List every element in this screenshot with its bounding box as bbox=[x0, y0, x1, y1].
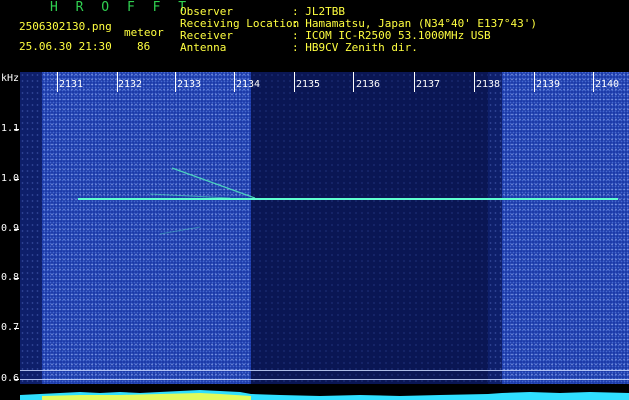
antenna-value: : HB9CV Zenith dir. bbox=[292, 41, 418, 54]
y-tick bbox=[14, 129, 19, 130]
meteor-echo-streak bbox=[171, 167, 256, 199]
y-tick bbox=[14, 278, 19, 279]
meteor-count: 86 bbox=[137, 40, 151, 53]
beacon-carrier-trace bbox=[78, 198, 618, 200]
y-tick bbox=[14, 229, 19, 230]
power-spectrum-strip bbox=[20, 384, 629, 400]
y-tick bbox=[14, 179, 19, 180]
horizontal-marker-line bbox=[20, 370, 629, 371]
mode-label: meteor bbox=[124, 26, 164, 39]
horizontal-marker-line bbox=[20, 379, 629, 380]
file-name: 2506302130.png bbox=[19, 20, 112, 33]
header-panel: H R O F F T 2506302130.png meteor 25.06.… bbox=[0, 0, 629, 72]
app-title: H R O F F T bbox=[50, 0, 192, 15]
y-tick bbox=[14, 328, 19, 329]
y-axis-unit: kHz bbox=[1, 73, 20, 84]
antenna-label: Antenna bbox=[180, 41, 227, 54]
y-tick bbox=[14, 379, 19, 380]
meteor-echo-overlay bbox=[149, 167, 256, 235]
date-time: 25.06.30 21:30 bbox=[19, 40, 112, 53]
spectrogram-plot[interactable]: 2131 2132 2133 2134 2135 2136 2137 2138 … bbox=[20, 72, 629, 400]
y-axis: kHz 1.1 1.0 0.9 0.8 0.7 0.6 bbox=[0, 72, 20, 400]
meteor-echo-streak bbox=[159, 226, 201, 235]
